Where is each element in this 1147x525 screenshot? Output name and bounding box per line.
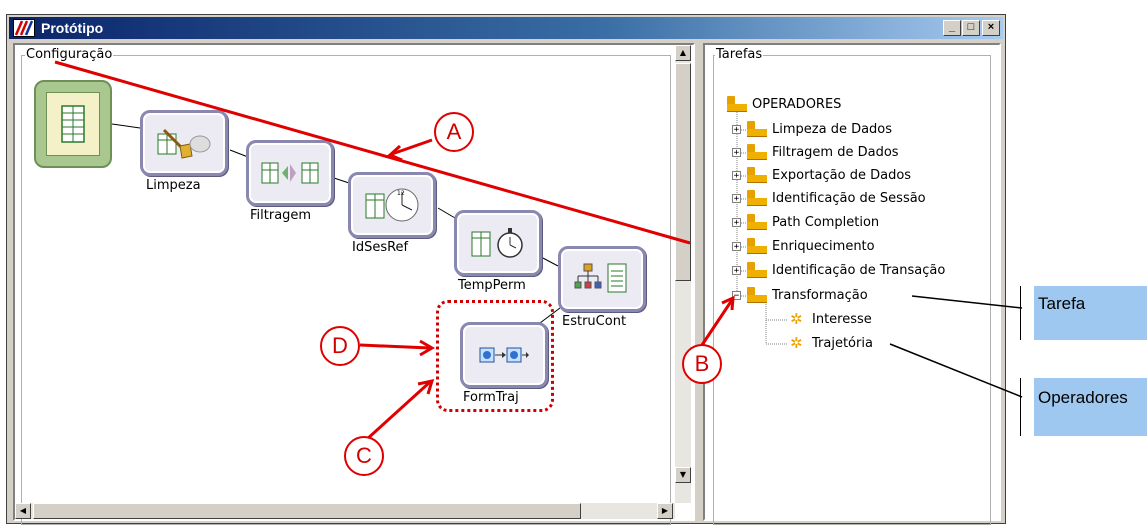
marker-a: A <box>434 112 474 152</box>
marker-b: B <box>682 344 722 384</box>
marker-d: D <box>320 326 360 366</box>
operadores-bracket <box>1020 378 1021 436</box>
tarefa-callout: Tarefa <box>1034 286 1147 340</box>
annotation-overlay <box>54 60 1023 442</box>
operadores-callout: Operadores <box>1034 378 1147 436</box>
tarefa-bracket <box>1020 286 1021 340</box>
marker-c: C <box>344 436 384 476</box>
